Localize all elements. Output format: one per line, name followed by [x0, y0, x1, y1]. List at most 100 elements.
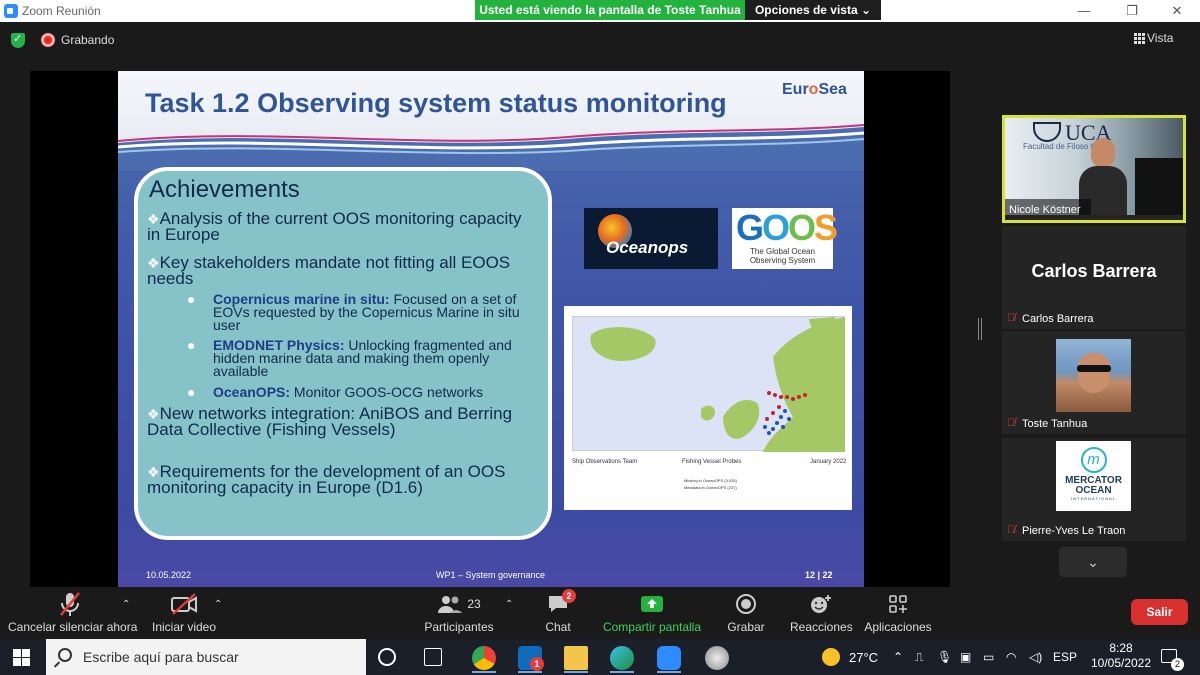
participants-button[interactable]: 23 Participantes [423, 590, 495, 636]
participant-name: Toste Tanhua [1022, 418, 1088, 430]
windows-start-icon[interactable] [13, 649, 30, 666]
goos-letter: O [762, 207, 790, 248]
start-video-label: Iniciar video [151, 620, 217, 634]
input-language[interactable]: ESP [1053, 650, 1077, 664]
goos-letter: G [736, 207, 764, 248]
participant-tile-active-speaker[interactable]: UCA Facultad de Filoso tras Nicole Köstn… [1002, 115, 1186, 223]
weather-sun-icon[interactable] [822, 648, 840, 666]
apps-label: Aplicaciones [864, 620, 932, 634]
search-icon [58, 648, 72, 662]
participant-display-name: Carlos Barrera [1031, 261, 1157, 281]
mic-muted-icon: 🎙̸ [1007, 524, 1016, 536]
participant-tile[interactable]: m MERCATOR OCEAN INTERNATIONAL 🎙̸ Pierre-… [1002, 438, 1186, 541]
mercator-title-line: OCEAN [1075, 485, 1112, 496]
share-screen-button[interactable]: Compartir pantalla [600, 590, 704, 636]
clock-date: 10/05/2022 [1090, 656, 1152, 670]
logo-text-right: Sea [818, 81, 847, 98]
participant-tile[interactable]: 🎙̸ Toste Tanhua [1002, 331, 1186, 434]
bullet-text: New networks integration: AniBOS and Ber… [147, 404, 513, 439]
close-button[interactable]: ✕ [1154, 0, 1200, 22]
view-options-button[interactable]: Opciones de vista ⌄ [745, 0, 881, 20]
microphone-icon[interactable]: 🎙 [937, 650, 952, 664]
wifi-icon[interactable]: ◠ [1006, 650, 1016, 664]
europe-map-graphic [590, 317, 845, 452]
search-placeholder: Escribe aquí para buscar [83, 649, 239, 665]
participant-video: UCA Facultad de Filoso tras [1005, 118, 1183, 215]
smiley-icon [790, 590, 852, 618]
taskbar-clock[interactable]: 8:28 10/05/2022 [1090, 641, 1152, 671]
map-caption-right: January 2022 [810, 459, 847, 465]
mercator-subtitle: INTERNATIONAL [1071, 496, 1116, 501]
cortana-icon[interactable] [378, 648, 396, 666]
view-options-label: Opciones de vista [754, 3, 858, 17]
recording-label: Grabando [61, 33, 115, 47]
zoom-taskbar-icon[interactable] [657, 646, 681, 670]
chevron-down-icon: ⌄ [1087, 554, 1099, 570]
share-screen-label: Compartir pantalla [602, 620, 702, 634]
sub-bullet-item: ● Copernicus marine in situ: Focused on a… [187, 292, 543, 332]
reactions-button[interactable]: Reacciones [790, 590, 853, 636]
meet-now-icon[interactable]: ⎍ [915, 650, 923, 665]
bullet-text: Analysis of the current OOS monitoring c… [147, 209, 522, 244]
oceanops-logo: Oceanops [584, 208, 718, 269]
chat-unread-badge: 2 [562, 589, 576, 603]
unmute-button[interactable]: Cancelar silenciar ahora [8, 590, 137, 636]
restore-button[interactable]: ❐ [1109, 0, 1155, 22]
record-label: Grabar [727, 620, 765, 634]
sub-bullet-item: ● OceanOPS: Monitor GOOS-OCG networks [187, 385, 543, 399]
goos-letter: S [814, 207, 838, 248]
mercator-ocean-avatar: m MERCATOR OCEAN INTERNATIONAL [1056, 441, 1131, 511]
bullet-dot-icon: ● [187, 337, 196, 353]
podium [1135, 158, 1183, 215]
video-options-caret-icon[interactable]: ⌃ [214, 599, 222, 610]
participants-options-caret-icon[interactable]: ⌃ [505, 599, 513, 610]
participant-name: Carlos Barrera [1022, 313, 1094, 325]
chrome-active-indicator [472, 671, 496, 673]
eurosea-logo: EuroSea [782, 81, 847, 99]
security-shield-icon[interactable] [11, 32, 25, 48]
goos-caption: The Global Ocean Observing System [732, 247, 833, 265]
chevron-up-icon[interactable]: ⌃ [893, 650, 903, 664]
audio-options-caret-icon[interactable]: ⌃ [122, 599, 130, 610]
achievements-title: Achievements [149, 176, 300, 203]
edge-icon[interactable] [610, 646, 634, 670]
bullet-text: Requirements for the development of an O… [147, 462, 506, 497]
chrome-icon[interactable] [472, 646, 496, 670]
mercator-title: MERCATOR OCEAN [1056, 476, 1131, 496]
battery-icon[interactable]: ▭ [983, 650, 994, 664]
share-banner: Usted está viendo la pantalla de Toste T… [475, 0, 745, 20]
participant-tile[interactable]: Carlos Barrera 🎙̸ Carlos Barrera [1002, 226, 1186, 329]
volume-icon[interactable]: ◁) [1029, 650, 1042, 664]
apps-button[interactable]: Aplicaciones [864, 590, 932, 636]
map-sea [572, 316, 845, 452]
view-button[interactable]: Vista [1147, 31, 1173, 45]
task-view-icon[interactable] [424, 648, 442, 666]
leave-meeting-button[interactable]: Salir [1131, 599, 1188, 625]
apps-icon [864, 590, 932, 618]
start-video-button[interactable]: Iniciar video [148, 590, 220, 636]
participant-name: Nicole Köstner [1009, 204, 1081, 216]
panel-splitter-handle[interactable] [978, 318, 982, 340]
map-caption-center: Fishing Vessel Probes [682, 459, 742, 465]
app-icon[interactable] [705, 646, 729, 670]
minimize-button[interactable]: — [1061, 0, 1107, 22]
camera-icon[interactable]: ▣ [960, 650, 971, 664]
file-explorer-icon[interactable] [564, 646, 588, 670]
record-button[interactable]: Grabar [724, 590, 768, 636]
goos-letters: GOOS [736, 207, 838, 248]
slide-title: Task 1.2 Observing system status monitor… [145, 88, 727, 118]
slide-wave-decoration [118, 124, 864, 171]
mic-muted-icon: 🎙̸ [1007, 312, 1016, 324]
goos-logo: GOOS The Global Ocean Observing System [732, 207, 838, 269]
scroll-participants-down-button[interactable]: ⌄ [1059, 547, 1127, 577]
goos-caption-line: Observing System [749, 256, 816, 265]
goos-caption-line: The Global Ocean [750, 247, 815, 256]
taskbar-search-input[interactable]: Escribe aquí para buscar [46, 639, 366, 675]
participant-avatar [1056, 339, 1131, 412]
temperature[interactable]: 27°C [849, 650, 878, 665]
grid-view-icon[interactable] [1134, 33, 1145, 44]
map-caption-left: Ship Observations Team [572, 459, 638, 465]
edge-active-indicator [610, 671, 634, 673]
window-title: Zoom Reunión [22, 4, 101, 18]
bullet-dot-icon: ● [187, 384, 196, 400]
